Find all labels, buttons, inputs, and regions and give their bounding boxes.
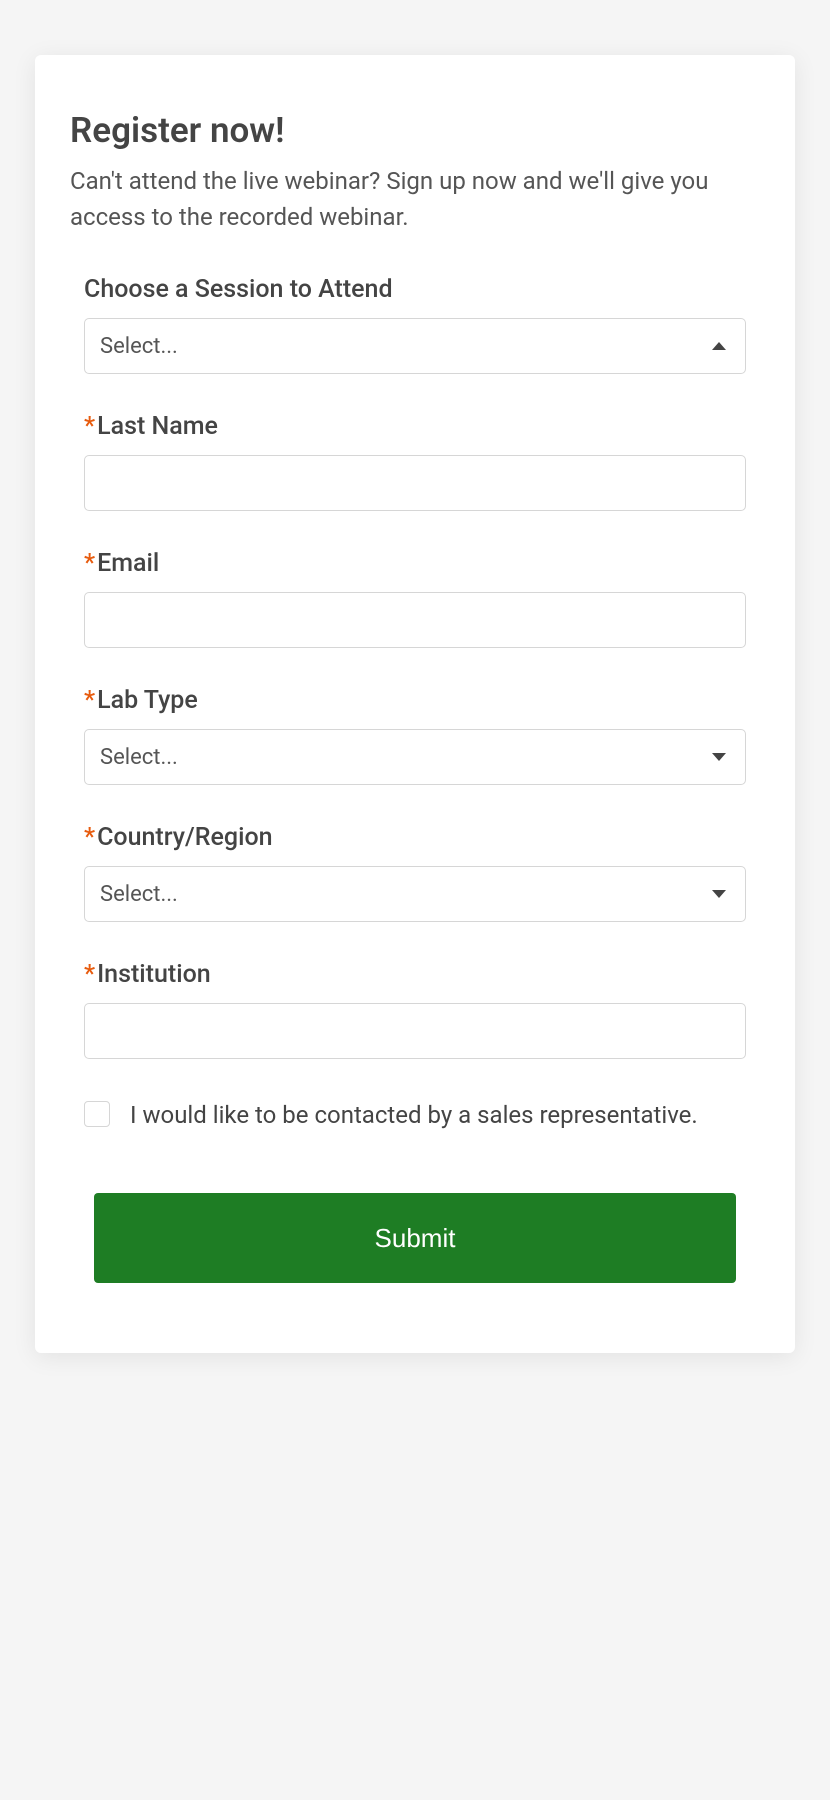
- form-heading: Register now!: [70, 110, 760, 151]
- select-session[interactable]: Select...: [84, 318, 746, 374]
- required-mark: *: [84, 960, 95, 989]
- required-mark: *: [84, 549, 95, 578]
- label-contact-sales: I would like to be contacted by a sales …: [130, 1097, 698, 1133]
- label-session: Choose a Session to Attend: [84, 275, 746, 304]
- input-last-name[interactable]: [84, 455, 746, 511]
- registration-card: Register now! Can't attend the live webi…: [35, 55, 795, 1353]
- select-lab-type[interactable]: Select...: [84, 729, 746, 785]
- field-country: *Country/Region Select...: [84, 823, 746, 922]
- input-institution[interactable]: [84, 1003, 746, 1059]
- field-lab-type: *Lab Type Select...: [84, 686, 746, 785]
- field-last-name: *Last Name: [84, 412, 746, 511]
- label-email: *Email: [84, 549, 746, 578]
- field-institution: *Institution: [84, 960, 746, 1059]
- required-mark: *: [84, 823, 95, 852]
- label-email-text: Email: [97, 549, 159, 578]
- required-mark: *: [84, 412, 95, 441]
- select-wrapper-country: Select...: [84, 866, 746, 922]
- required-mark: *: [84, 686, 95, 715]
- label-country-text: Country/Region: [97, 823, 272, 852]
- select-wrapper-session: Select...: [84, 318, 746, 374]
- label-institution: *Institution: [84, 960, 746, 989]
- label-last-name: *Last Name: [84, 412, 746, 441]
- select-country[interactable]: Select...: [84, 866, 746, 922]
- select-wrapper-lab-type: Select...: [84, 729, 746, 785]
- submit-button[interactable]: Submit: [94, 1193, 736, 1283]
- label-last-name-text: Last Name: [97, 412, 218, 441]
- label-country: *Country/Region: [84, 823, 746, 852]
- label-lab-type-text: Lab Type: [97, 686, 198, 715]
- field-session: Choose a Session to Attend Select...: [84, 275, 746, 374]
- form-subheading: Can't attend the live webinar? Sign up n…: [70, 163, 760, 235]
- checkbox-contact-sales[interactable]: [84, 1101, 110, 1127]
- label-institution-text: Institution: [97, 960, 211, 989]
- input-email[interactable]: [84, 592, 746, 648]
- field-contact-sales: I would like to be contacted by a sales …: [84, 1097, 746, 1133]
- label-lab-type: *Lab Type: [84, 686, 746, 715]
- field-email: *Email: [84, 549, 746, 648]
- registration-form: Choose a Session to Attend Select... *La…: [70, 275, 760, 1283]
